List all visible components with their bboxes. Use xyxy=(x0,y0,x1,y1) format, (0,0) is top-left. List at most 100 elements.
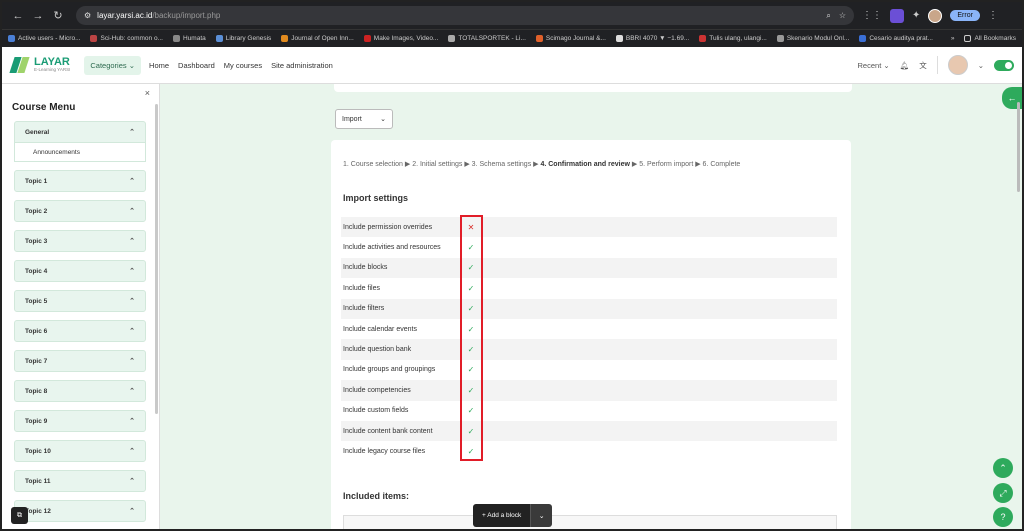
chevron-up-icon[interactable]: ⌃ xyxy=(129,297,135,305)
drawer-scrollbar[interactable] xyxy=(155,104,158,414)
extension-icon[interactable] xyxy=(890,8,904,23)
nav-home[interactable]: Home xyxy=(149,61,169,70)
section-topic[interactable]: Topic 2 ⌃ xyxy=(14,200,146,222)
section-topic[interactable]: Topic 10 ⌃ xyxy=(14,440,146,462)
setting-row: Include permission overrides ✕ xyxy=(341,217,837,238)
extension-grid-icon[interactable]: ⋮⋮ xyxy=(862,10,882,21)
bookmark-item[interactable]: Humata xyxy=(172,35,206,42)
page-scrollbar[interactable] xyxy=(1017,102,1020,192)
reload-icon[interactable]: ↻ xyxy=(50,9,66,22)
bookmark-item[interactable]: Tulis ulang, ulangi... xyxy=(699,35,767,42)
back-icon[interactable]: ← xyxy=(10,10,26,22)
categories-menu[interactable]: Categories ⌄ xyxy=(84,55,142,75)
current-step: 4. Confirmation and review xyxy=(540,161,630,168)
extensions-puzzle-icon[interactable]: ✦ xyxy=(912,10,920,21)
profile-avatar[interactable] xyxy=(928,8,943,23)
forward-icon[interactable]: → xyxy=(30,10,46,22)
url-path: /backup/import.php xyxy=(152,11,221,20)
setting-label: Include groups and groupings xyxy=(343,366,436,374)
chevron-down-icon: ⌄ xyxy=(128,60,136,70)
user-avatar[interactable] xyxy=(947,55,968,75)
add-block-menu-chevron-icon[interactable]: ⌄ xyxy=(530,504,553,527)
setting-label: Include filters xyxy=(343,305,385,313)
nav-dashboard[interactable]: Dashboard xyxy=(178,61,215,70)
activity-announcements[interactable]: Announcements xyxy=(14,143,146,162)
notification-bell-icon[interactable]: 🔔︎ xyxy=(900,61,910,70)
section-general[interactable]: General ⌃ xyxy=(14,121,146,143)
bookmark-item[interactable]: TOTALSPORTEK - Li... xyxy=(448,35,526,42)
section-topic[interactable]: Topic 7 ⌃ xyxy=(14,350,146,372)
section-topic[interactable]: Topic 11 ⌃ xyxy=(14,470,146,492)
setting-label: Include legacy course files xyxy=(343,447,426,455)
bookmark-item[interactable]: Journal of Open Inn... xyxy=(281,35,354,42)
logo-subtitle: E-Learning YARSI xyxy=(34,67,71,73)
add-block-button[interactable]: + Add a block xyxy=(473,504,531,527)
chevron-up-icon[interactable]: ⌃ xyxy=(129,447,135,455)
import-select[interactable]: Import ⌄ xyxy=(335,109,393,129)
recent-menu[interactable]: Recent ⌄ xyxy=(858,61,890,70)
bookmark-item[interactable]: Cesario auditya prat... xyxy=(859,35,933,42)
bookmark-item[interactable]: Active users - Micro... xyxy=(8,35,80,42)
bookmark-item[interactable]: Library Genesis xyxy=(215,35,271,42)
sidebar-icon: ⧉ xyxy=(17,511,22,519)
close-icon[interactable]: × xyxy=(145,88,150,98)
section-topic[interactable]: Topic 4 ⌃ xyxy=(14,260,146,282)
setting-row: Include custom fields ✓ xyxy=(341,401,837,421)
section-topic[interactable]: Topic 8 ⌃ xyxy=(14,380,146,402)
setting-row: Include legacy course files ✓ xyxy=(341,441,837,461)
profile-error-button[interactable]: Error xyxy=(950,10,980,21)
chrome-menu-icon[interactable]: ⋮ xyxy=(988,10,998,21)
section-topic[interactable]: Topic 9 ⌃ xyxy=(14,410,146,432)
section-topic[interactable]: Topic 6 ⌃ xyxy=(14,320,146,342)
page-header-card xyxy=(334,84,852,92)
chevron-up-icon[interactable]: ⌃ xyxy=(129,128,135,136)
arrow-left-icon: ← xyxy=(1007,93,1017,103)
edit-mode-toggle[interactable] xyxy=(994,59,1014,71)
chevron-up-icon[interactable]: ⌃ xyxy=(129,507,135,515)
address-bar[interactable]: ⚙ layar.yarsi.ac.id/backup/import.php ⌕ … xyxy=(76,6,854,25)
section-topic[interactable]: Topic 3 ⌃ xyxy=(14,230,146,252)
drawer-toggle-button[interactable]: ⧉ xyxy=(11,507,28,524)
user-menu-chevron-icon[interactable]: ⌄ xyxy=(978,61,984,70)
bookmark-favicon-icon xyxy=(281,35,289,42)
zoom-icon[interactable]: ⌕ xyxy=(826,11,830,21)
chevron-up-icon[interactable]: ⌃ xyxy=(129,357,135,365)
section-topic[interactable]: Topic 5 ⌃ xyxy=(14,290,146,312)
chevron-up-icon[interactable]: ⌃ xyxy=(129,417,135,425)
chevron-up-icon[interactable]: ⌃ xyxy=(129,327,135,335)
bookmark-item[interactable]: Scimago Journal &... xyxy=(535,35,606,42)
bookmark-item[interactable]: Sci-Hub: common o... xyxy=(90,35,163,42)
chevron-up-icon[interactable]: ⌃ xyxy=(129,237,135,245)
chevron-up-icon[interactable]: ⌃ xyxy=(129,477,135,485)
add-block-control: + Add a block ⌄ xyxy=(473,504,553,527)
nav-site-administration[interactable]: Site administration xyxy=(271,61,333,70)
bookmark-star-icon[interactable]: ☆ xyxy=(839,11,846,21)
scroll-top-button[interactable]: ⌃ xyxy=(993,458,1013,478)
folder-icon xyxy=(964,35,972,42)
site-info-icon[interactable]: ⚙ xyxy=(84,11,91,20)
bookmark-item[interactable]: Make Images, Video... xyxy=(363,35,438,42)
language-icon[interactable]: 文 xyxy=(919,60,927,71)
all-bookmarks-button[interactable]: All Bookmarks xyxy=(964,35,1016,42)
setting-label: Include blocks xyxy=(343,264,388,272)
section-topic[interactable]: Topic 1 ⌃ xyxy=(14,170,146,192)
drawer-title: Course Menu xyxy=(12,102,76,113)
chevron-up-icon[interactable]: ⌃ xyxy=(129,177,135,185)
site-logo[interactable]: LAYAR E-Learning YARSI xyxy=(9,56,71,74)
bookmark-item[interactable]: Skenario Modul Onl... xyxy=(776,35,849,42)
included-items-heading: Included items: xyxy=(343,491,410,501)
chevron-up-icon[interactable]: ⌃ xyxy=(129,207,135,215)
setting-label: Include activities and resources xyxy=(343,244,441,252)
bookmark-item[interactable]: BBRI 4070 ▼ −1.69... xyxy=(615,35,689,42)
chevron-up-icon[interactable]: ⌃ xyxy=(129,267,135,275)
nav-my-courses[interactable]: My courses xyxy=(224,61,262,70)
section-topic[interactable]: Topic 12 ⌃ xyxy=(14,500,146,522)
chevron-up-icon[interactable]: ⌃ xyxy=(129,387,135,395)
bookmark-favicon-icon xyxy=(615,35,623,42)
bookmark-favicon-icon xyxy=(363,35,371,42)
more-bookmarks-icon[interactable]: » xyxy=(951,35,955,42)
help-button[interactable]: ? xyxy=(993,507,1013,527)
setting-row: Include question bank ✓ xyxy=(341,339,837,360)
site-header: LAYAR E-Learning YARSI Categories ⌄ Home… xyxy=(2,47,1022,84)
fullscreen-button[interactable]: ⤢ xyxy=(993,483,1013,503)
